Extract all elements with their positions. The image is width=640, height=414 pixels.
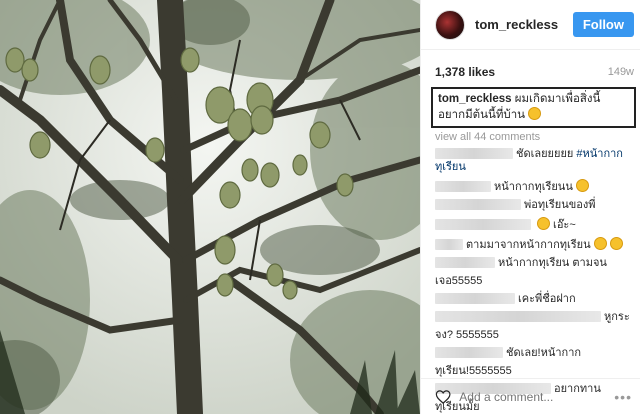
heart-icon[interactable] — [435, 388, 451, 406]
comment-text: ตามมาจากหน้ากากทุเรียน — [466, 239, 591, 251]
blurred-username — [435, 347, 503, 358]
comment-item: ชัดเลยยยยย #หน้ากากทุเรียน — [435, 148, 634, 174]
comment-text: ชัดเลยยยยย — [516, 148, 577, 160]
post-photo[interactable] — [0, 0, 420, 414]
comment-text: หน้ากากทุเรียน ตามจน — [498, 257, 607, 269]
comment-item: หูกระ — [435, 311, 634, 324]
tongue-emoji-icon — [593, 237, 607, 250]
blurred-username — [435, 219, 531, 230]
comment-item-continued: เจอ55555 — [435, 275, 483, 287]
wink-emoji-icon — [609, 237, 623, 250]
post-header: tom_reckless Follow — [421, 0, 640, 50]
comment-item: ชัดเลย!หน้ากาก — [435, 347, 634, 360]
comment-item: เอ๊ะ~ — [435, 217, 634, 232]
durian-tree-image — [0, 0, 420, 414]
comment-text: ชัดเลย!หน้ากาก — [506, 347, 582, 359]
post-sidebar: tom_reckless Follow 1,378 likes 149w tom… — [420, 0, 640, 414]
caption-username[interactable]: tom_reckless — [438, 93, 512, 105]
comment-text: เอ๊ะ~ — [550, 219, 576, 231]
blurred-username — [435, 239, 463, 250]
view-all-comments-link[interactable]: view all 44 comments — [435, 131, 640, 143]
blurred-username — [435, 199, 521, 210]
comments-list: ชัดเลยยยยย #หน้ากากทุเรียน หน้ากากทุเรีย… — [421, 148, 640, 414]
comment-item-continued: จง? 5555555 — [435, 329, 499, 341]
comment-text: หูกระ — [604, 311, 630, 323]
instagram-post: tom_reckless Follow 1,378 likes 149w tom… — [0, 0, 640, 414]
comment-item-continued: ทุเรียน!5555555 — [435, 365, 512, 377]
comment-text: พ่อทุเรียนของพี่ — [524, 199, 596, 211]
post-time[interactable]: 149w — [608, 66, 634, 78]
comment-item: หน้ากากทุเรียน ตามจน — [435, 257, 634, 270]
blurred-username — [435, 148, 513, 159]
smile-emoji-icon — [528, 107, 542, 120]
blurred-username — [435, 293, 515, 304]
comment-item: ตามมาจากหน้ากากทุเรียน — [435, 237, 634, 252]
comment-text: หน้ากากทุเรียนน — [494, 181, 573, 193]
comment-text: เคะพี่ชื่อฝาก — [518, 293, 576, 305]
follow-button[interactable]: Follow — [572, 12, 634, 37]
blurred-username — [435, 311, 601, 322]
add-comment-bar: ••• — [421, 378, 640, 414]
blurred-username — [435, 181, 491, 192]
add-comment-input[interactable] — [459, 389, 615, 404]
username-link[interactable]: tom_reckless — [475, 17, 573, 32]
post-caption: tom_reckless ผมเกิดมาเพื่อสิ่งนี้ อยากมี… — [431, 87, 636, 128]
post-meta: 1,378 likes 149w — [421, 50, 640, 79]
comment-item: เคะพี่ชื่อฝาก — [435, 293, 634, 306]
comment-item: พ่อทุเรียนของพี่ — [435, 199, 634, 212]
more-options-icon[interactable]: ••• — [614, 389, 632, 405]
likes-count[interactable]: 1,378 likes — [435, 65, 495, 79]
blurred-username — [435, 257, 495, 268]
laugh-emoji-icon — [575, 179, 589, 192]
thinking-emoji-icon — [537, 217, 550, 230]
comment-item: หน้ากากทุเรียนน — [435, 179, 634, 194]
avatar[interactable] — [435, 9, 465, 40]
